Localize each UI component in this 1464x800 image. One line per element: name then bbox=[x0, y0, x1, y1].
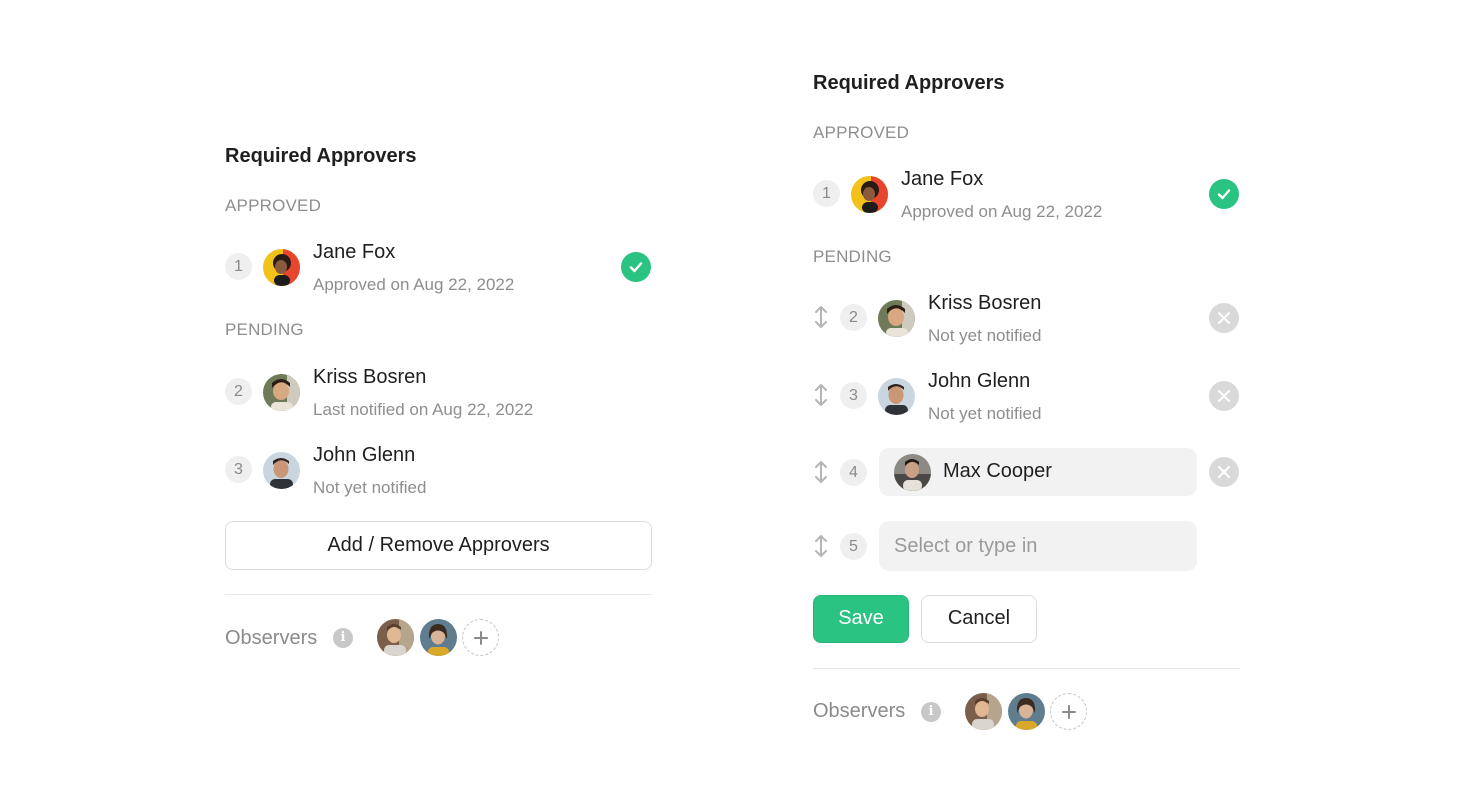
cancel-button[interactable]: Cancel bbox=[921, 595, 1037, 643]
add-observer-button[interactable] bbox=[462, 619, 499, 656]
order-number: 1 bbox=[225, 253, 252, 280]
plus-icon bbox=[1061, 704, 1076, 719]
close-icon bbox=[1218, 390, 1230, 402]
avatar bbox=[851, 176, 888, 213]
add-observer-button[interactable] bbox=[1050, 693, 1087, 730]
observer-avatar[interactable] bbox=[965, 693, 1002, 730]
approver-row: 3 John Glenn Not yet notified bbox=[813, 366, 1240, 426]
avatar bbox=[878, 378, 915, 415]
pending-section-label: PENDING bbox=[813, 247, 892, 266]
approved-section-label: APPROVED bbox=[225, 196, 322, 215]
observer-avatar[interactable] bbox=[420, 619, 457, 656]
approver-row: 2 Kriss Bosren Not yet notified bbox=[813, 288, 1240, 348]
order-number: 3 bbox=[225, 456, 252, 483]
avatar bbox=[263, 249, 300, 286]
approver-name: Kriss Bosren bbox=[928, 292, 1042, 314]
drag-handle-icon[interactable] bbox=[813, 460, 829, 484]
check-icon bbox=[1209, 179, 1239, 209]
remove-approver-button[interactable] bbox=[1209, 457, 1239, 487]
order-number: 3 bbox=[840, 382, 867, 409]
approver-status: Not yet notified bbox=[928, 326, 1042, 345]
approver-row: 3 John Glenn Not yet notified bbox=[225, 440, 652, 500]
approver-name: John Glenn bbox=[928, 370, 1031, 392]
approver-status: Approved on Aug 22, 2022 bbox=[901, 202, 1103, 221]
approver-name: Max Cooper bbox=[943, 460, 1052, 482]
panel-title: Required Approvers bbox=[813, 72, 1005, 94]
approver-status: Last notified on Aug 22, 2022 bbox=[313, 400, 534, 419]
drag-handle-icon[interactable] bbox=[813, 305, 829, 329]
remove-approver-button[interactable] bbox=[1209, 381, 1239, 411]
close-icon bbox=[1218, 312, 1230, 324]
order-number: 1 bbox=[813, 180, 840, 207]
close-icon bbox=[1218, 466, 1230, 478]
approver-row: 2 Kriss Bosren Last notified on Aug 22, … bbox=[225, 362, 652, 422]
approved-section-label: APPROVED bbox=[813, 123, 910, 142]
approver-search-input[interactable] bbox=[879, 521, 1197, 571]
drag-handle-icon[interactable] bbox=[813, 534, 829, 558]
order-number: 2 bbox=[840, 304, 867, 331]
approver-row-new: 5 bbox=[813, 521, 1240, 571]
avatar bbox=[263, 452, 300, 489]
observer-avatar[interactable] bbox=[377, 619, 414, 656]
observer-avatar[interactable] bbox=[1008, 693, 1045, 730]
approver-row: 1 Jane Fox Approved on Aug 22, 2022 bbox=[813, 164, 1240, 224]
approver-name: Jane Fox bbox=[313, 241, 396, 263]
divider bbox=[813, 668, 1240, 669]
avatar bbox=[263, 374, 300, 411]
order-number: 4 bbox=[840, 459, 867, 486]
order-number: 2 bbox=[225, 378, 252, 405]
divider bbox=[225, 594, 652, 595]
remove-approver-button[interactable] bbox=[1209, 303, 1239, 333]
approver-chip[interactable]: Max Cooper bbox=[879, 448, 1197, 496]
info-icon[interactable]: i bbox=[921, 702, 941, 722]
approver-name: Kriss Bosren bbox=[313, 366, 427, 388]
drag-handle-icon[interactable] bbox=[813, 383, 829, 407]
pending-section-label: PENDING bbox=[225, 320, 304, 339]
observers-label: Observers bbox=[225, 627, 318, 649]
approver-status: Approved on Aug 22, 2022 bbox=[313, 275, 515, 294]
approver-row-editing: 4 Max Cooper bbox=[813, 448, 1240, 496]
order-number: 5 bbox=[840, 533, 867, 560]
approver-name: Jane Fox bbox=[901, 168, 984, 190]
add-remove-approvers-button[interactable]: Add / Remove Approvers bbox=[225, 521, 652, 570]
approver-name: John Glenn bbox=[313, 444, 416, 466]
check-icon bbox=[621, 252, 651, 282]
info-icon[interactable]: i bbox=[333, 628, 353, 648]
approver-status: Not yet notified bbox=[928, 404, 1042, 423]
save-button[interactable]: Save bbox=[813, 595, 909, 643]
approver-status: Not yet notified bbox=[313, 478, 427, 497]
observers-label: Observers bbox=[813, 700, 906, 722]
panel-title: Required Approvers bbox=[225, 145, 417, 167]
plus-icon bbox=[473, 630, 488, 645]
avatar bbox=[878, 300, 915, 337]
avatar bbox=[894, 454, 931, 491]
approver-row: 1 Jane Fox Approved on Aug 22, 2022 bbox=[225, 237, 652, 297]
